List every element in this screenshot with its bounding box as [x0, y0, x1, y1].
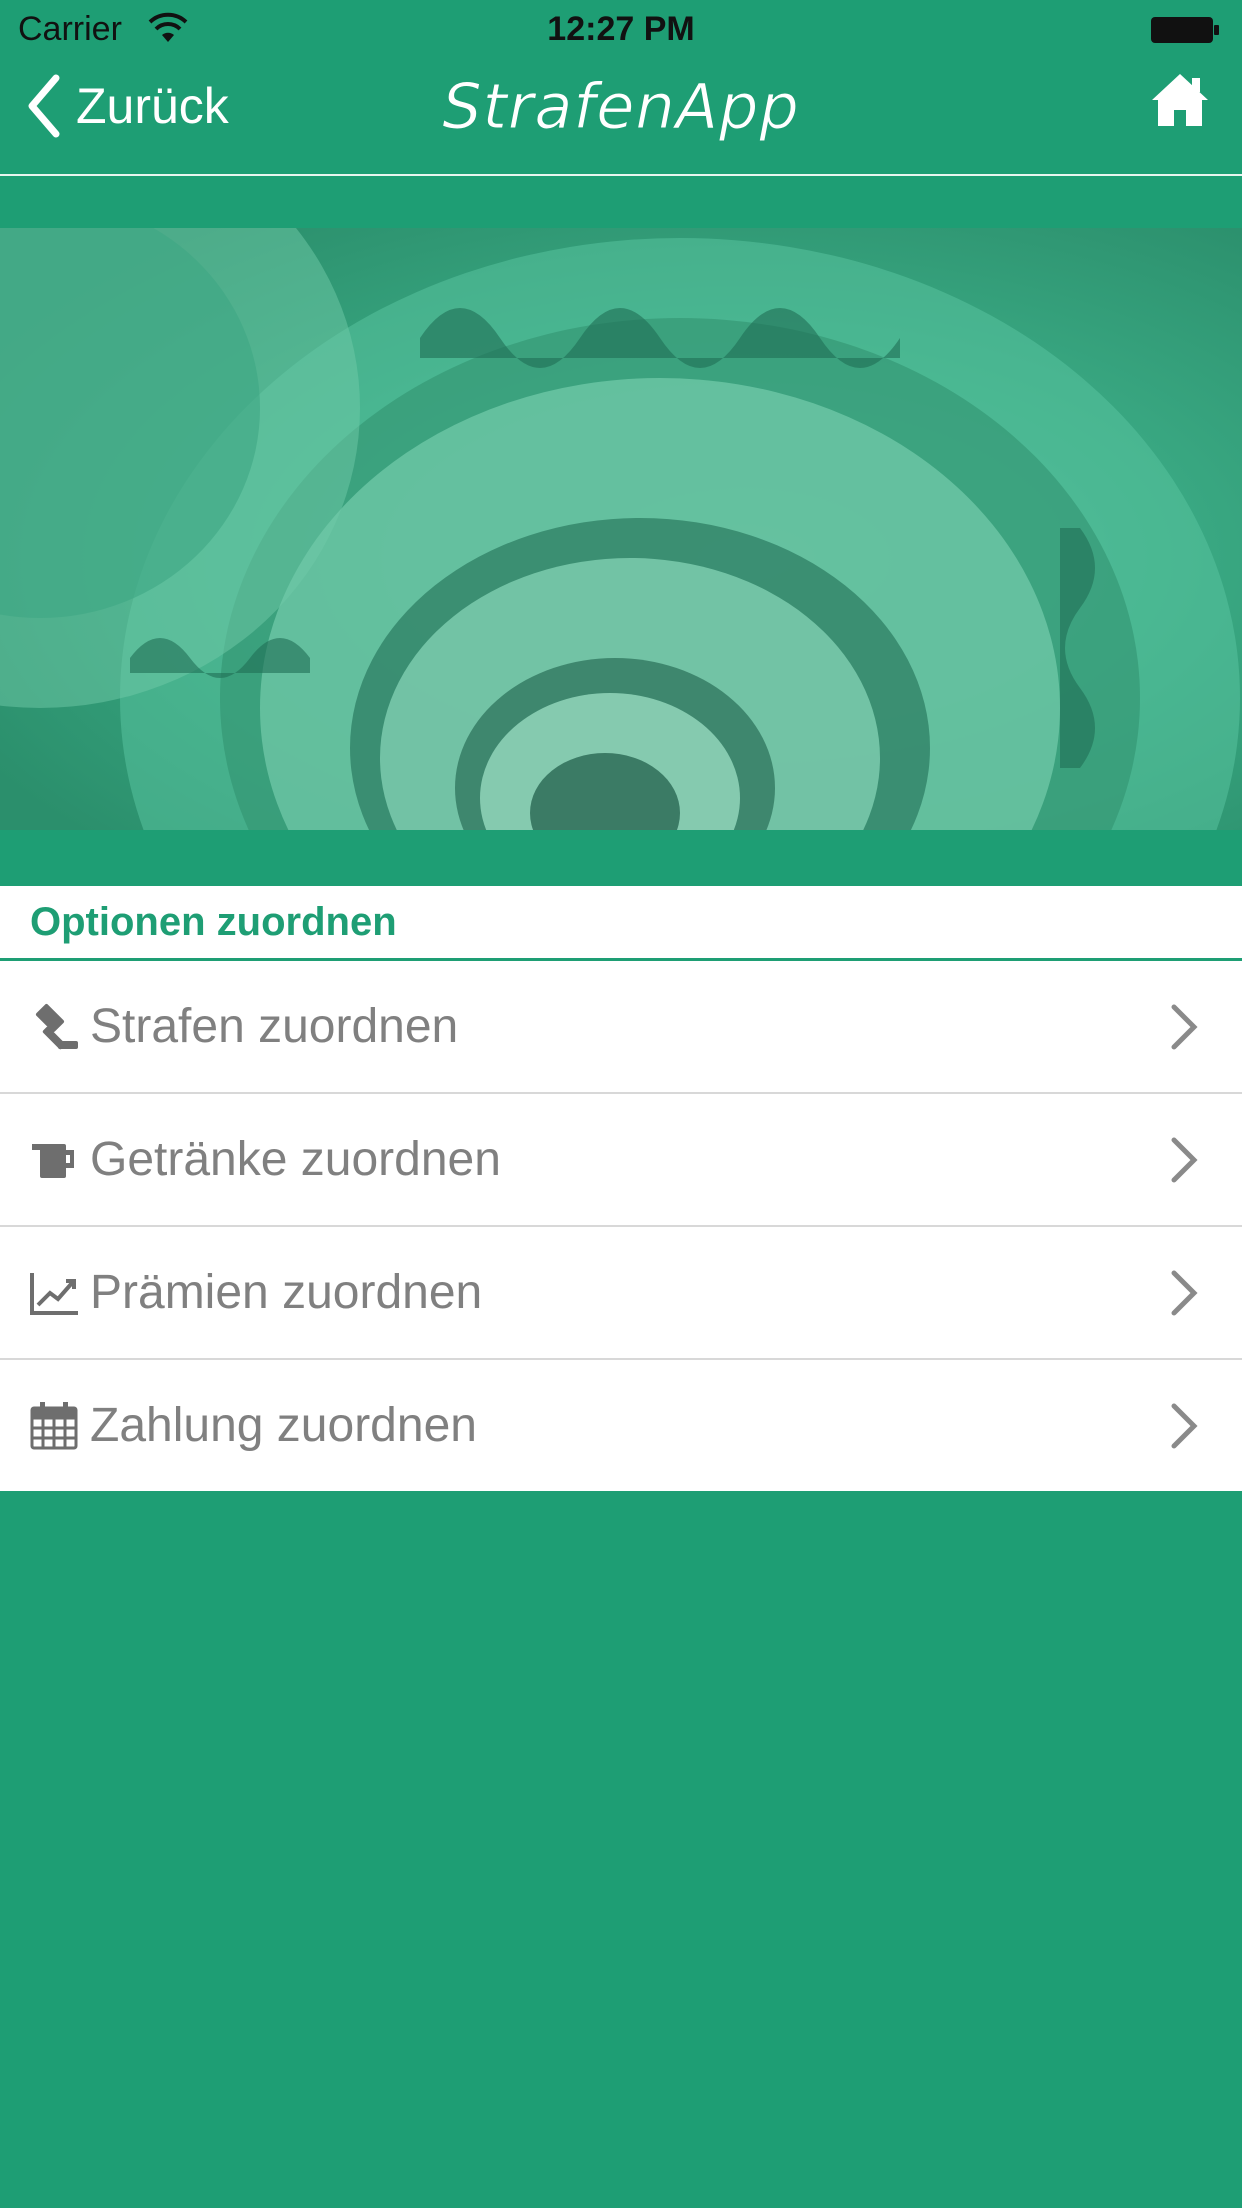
battery-icon	[1151, 17, 1219, 43]
calendar-icon	[28, 1400, 80, 1452]
gavel-icon	[28, 1001, 80, 1053]
chevron-right-icon	[1171, 1004, 1198, 1050]
gears-illustration	[0, 228, 1242, 830]
list-item-label: Prämien zuordnen	[90, 1266, 483, 1319]
chevron-right-icon	[1171, 1137, 1198, 1183]
navigation-bar: Zurück StrafenApp	[0, 60, 1242, 174]
section-header: Optionen zuordnen	[0, 886, 1242, 961]
home-icon[interactable]	[1148, 68, 1212, 132]
status-bar: Carrier 12:27 PM	[0, 0, 1242, 60]
chevron-right-icon	[1171, 1270, 1198, 1316]
list-item-zahlung[interactable]: Zahlung zuordnen	[0, 1360, 1242, 1491]
nav-divider	[0, 174, 1242, 176]
list-item-getraenke[interactable]: Getränke zuordnen	[0, 1094, 1242, 1227]
app-logo-graphic: StrafenApp	[442, 70, 800, 144]
options-panel: Optionen zuordnen Strafen zuordnen Geträ…	[0, 886, 1242, 1491]
app-logo-text: StrafenApp	[442, 70, 800, 143]
list-item-label: Strafen zuordnen	[90, 1000, 459, 1053]
chevron-right-icon	[1171, 1403, 1198, 1449]
line-chart-icon	[28, 1267, 80, 1319]
list-item-label: Zahlung zuordnen	[90, 1399, 477, 1452]
list-item-strafen[interactable]: Strafen zuordnen	[0, 961, 1242, 1094]
gears-banner-image	[0, 228, 1242, 830]
beer-mug-icon	[28, 1134, 80, 1186]
status-time: 12:27 PM	[547, 10, 695, 48]
list-item-praemien[interactable]: Prämien zuordnen	[0, 1227, 1242, 1360]
list-item-label: Getränke zuordnen	[90, 1133, 501, 1186]
app-logo: StrafenApp	[0, 60, 1242, 160]
